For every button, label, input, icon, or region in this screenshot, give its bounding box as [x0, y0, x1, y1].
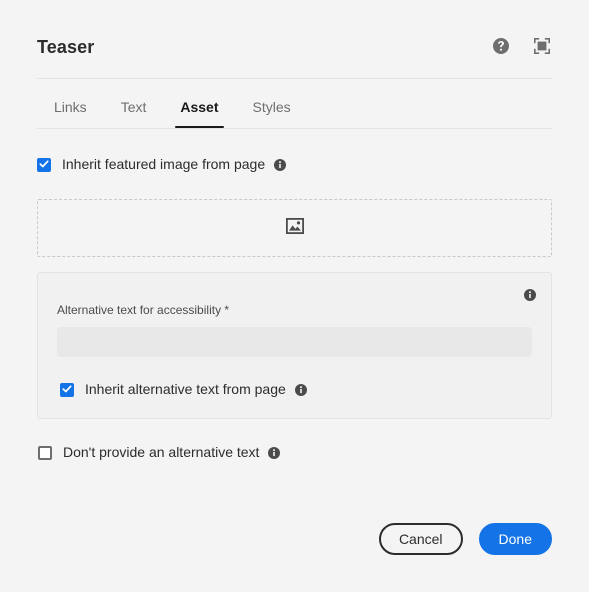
tab-text[interactable]: Text [104, 93, 164, 128]
alternative-text-label: Alternative text for accessibility * [57, 303, 230, 317]
inherit-alternative-text-row: Inherit alternative text from page [60, 381, 532, 398]
inherit-alternative-text-checkbox[interactable] [60, 381, 74, 399]
no-alternative-text-row: Don't provide an alternative text [38, 444, 552, 461]
fullscreen-button[interactable] [532, 37, 552, 57]
dialog-header: Teaser [37, 0, 552, 58]
no-alternative-text-label: Don't provide an alternative text [63, 444, 260, 460]
no-alternative-text-info-icon[interactable] [268, 446, 281, 459]
done-button[interactable]: Done [478, 523, 552, 555]
checkmark-icon [39, 156, 49, 174]
inherit-featured-image-label: Inherit featured image from page [62, 156, 266, 172]
alternative-text-info-icon[interactable] [524, 289, 536, 301]
header-divider [37, 78, 552, 79]
dialog-footer: Cancel Done [378, 523, 552, 555]
alternative-text-card: Alternative text for accessibility * Inh… [37, 272, 552, 419]
tab-list: Links Text Asset Styles [37, 93, 552, 128]
no-alternative-text-checkbox[interactable] [38, 445, 52, 460]
inherit-alternative-text-label: Inherit alternative text from page [85, 381, 286, 397]
tabs-divider [37, 128, 552, 129]
tab-asset[interactable]: Asset [163, 93, 235, 128]
asset-dropzone[interactable] [37, 199, 552, 257]
fullscreen-icon [533, 37, 551, 58]
header-actions [491, 36, 552, 57]
inherit-featured-image-info-icon[interactable] [274, 158, 287, 171]
page-title: Teaser [37, 37, 95, 57]
inherit-featured-image-checkbox[interactable] [37, 156, 51, 174]
alternative-text-input[interactable] [57, 327, 532, 357]
inherit-featured-image-row: Inherit featured image from page [37, 156, 552, 173]
checkmark-icon [62, 381, 72, 399]
cancel-button[interactable]: Cancel [378, 523, 463, 555]
teaser-dialog: Teaser Links Text Asset Styles Inherit f… [0, 0, 589, 592]
help-icon [492, 37, 510, 58]
help-button[interactable] [491, 37, 511, 57]
tab-links[interactable]: Links [37, 93, 104, 128]
image-placeholder-icon [285, 217, 304, 239]
tab-styles[interactable]: Styles [236, 93, 308, 128]
inherit-alternative-text-info-icon[interactable] [294, 383, 307, 396]
